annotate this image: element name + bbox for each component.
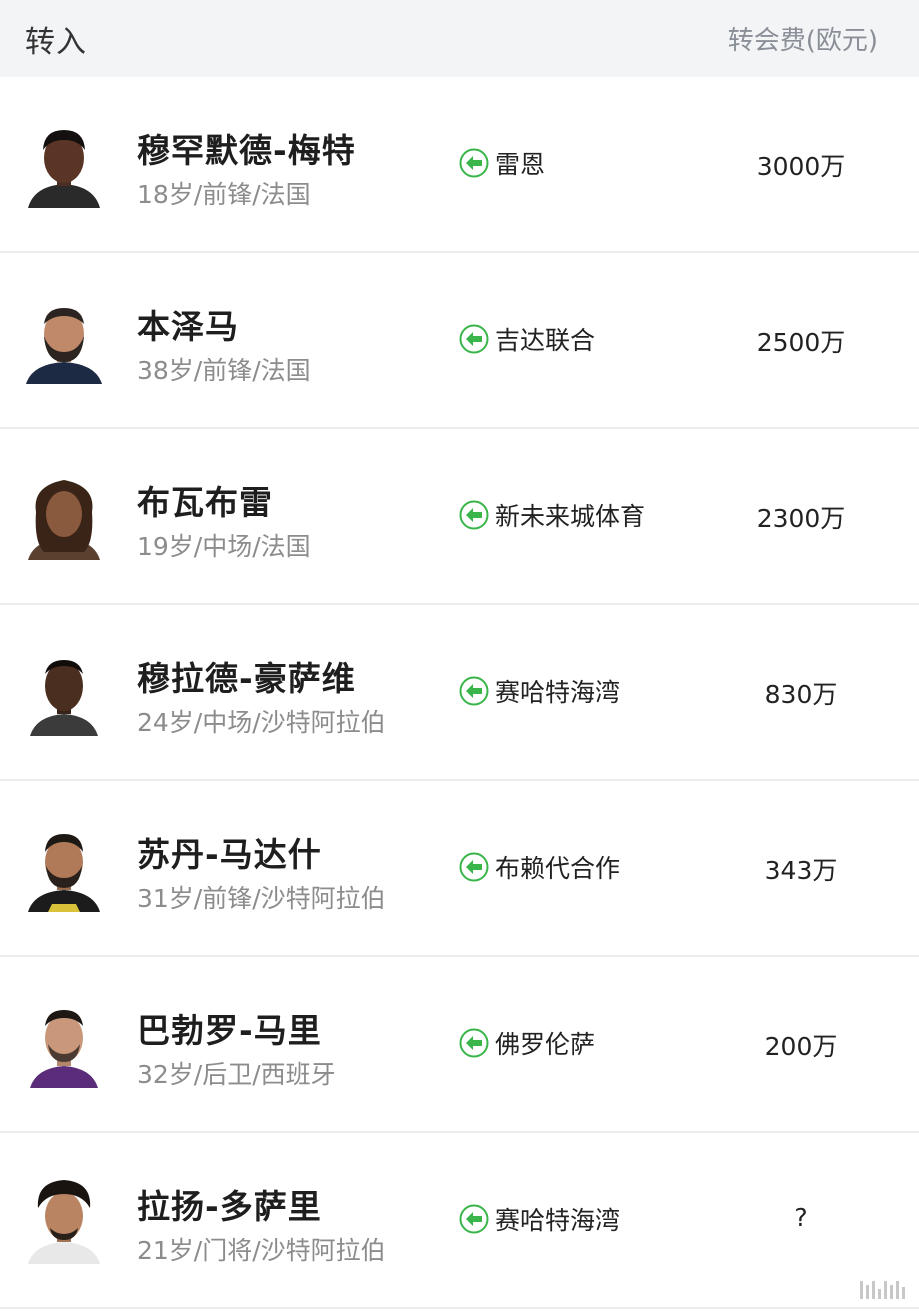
player-avatar bbox=[22, 648, 106, 736]
arrow-left-circle-icon bbox=[459, 1028, 489, 1058]
player-meta: 38岁/前锋/法国 bbox=[137, 356, 311, 385]
club-name: 赛哈特海湾 bbox=[495, 1206, 621, 1235]
arrow-left-circle-icon bbox=[459, 852, 489, 882]
transfer-list: 穆罕默德-梅特 18岁/前锋/法国 雷恩 3000万 本泽马 38岁/前锋/法国 bbox=[0, 77, 919, 1309]
transfer-fee: 2300万 bbox=[756, 504, 846, 533]
player-meta: 31岁/前锋/沙特阿拉伯 bbox=[137, 884, 386, 913]
from-club: 赛哈特海湾 bbox=[459, 673, 620, 709]
transfer-fee: 830万 bbox=[764, 680, 838, 709]
player-meta: 24岁/中场/沙特阿拉伯 bbox=[137, 708, 386, 737]
club-name: 布赖代合作 bbox=[495, 854, 621, 883]
transfer-fee: 343万 bbox=[764, 856, 838, 885]
transfer-fee: 200万 bbox=[764, 1032, 838, 1061]
transfer-fee: 3000万 bbox=[756, 152, 846, 181]
player-name: 苏丹-马达什 bbox=[137, 835, 322, 874]
player-avatar bbox=[22, 824, 106, 912]
transfer-fee: 2500万 bbox=[756, 328, 846, 357]
transfer-row[interactable]: 本泽马 38岁/前锋/法国 吉达联合 2500万 bbox=[0, 253, 919, 429]
from-club: 布赖代合作 bbox=[459, 849, 620, 885]
from-club: 雷恩 bbox=[459, 145, 545, 181]
watermark-bar bbox=[860, 1281, 863, 1299]
watermark-bar bbox=[890, 1285, 893, 1299]
list-header: 转入 转会费(欧元) bbox=[0, 0, 919, 77]
transfer-row[interactable]: 拉扬-多萨里 21岁/门将/沙特阿拉伯 赛哈特海湾 ? bbox=[0, 1133, 919, 1309]
player-avatar bbox=[22, 296, 106, 384]
fee-column-label: 转会费(欧元) bbox=[727, 26, 878, 56]
player-name: 布瓦布雷 bbox=[137, 483, 273, 522]
from-club: 赛哈特海湾 bbox=[459, 1201, 620, 1237]
player-meta: 21岁/门将/沙特阿拉伯 bbox=[137, 1236, 386, 1265]
transfer-row[interactable]: 穆拉德-豪萨维 24岁/中场/沙特阿拉伯 赛哈特海湾 830万 bbox=[0, 605, 919, 781]
club-name: 佛罗伦萨 bbox=[495, 1030, 596, 1059]
watermark-bar bbox=[896, 1281, 899, 1299]
watermark-bar bbox=[884, 1281, 887, 1299]
player-name: 拉扬-多萨里 bbox=[137, 1187, 322, 1226]
watermark-bars bbox=[860, 1281, 905, 1299]
arrow-left-circle-icon bbox=[459, 1204, 489, 1234]
player-meta: 18岁/前锋/法国 bbox=[137, 180, 311, 209]
arrow-left-circle-icon bbox=[459, 500, 489, 530]
club-name: 吉达联合 bbox=[495, 326, 596, 355]
player-avatar bbox=[22, 1176, 106, 1264]
watermark-bar bbox=[902, 1287, 905, 1299]
player-avatar bbox=[22, 472, 106, 560]
header-title: 转入 bbox=[25, 24, 87, 60]
watermark-bar bbox=[866, 1285, 869, 1299]
transfer-row[interactable]: 穆罕默德-梅特 18岁/前锋/法国 雷恩 3000万 bbox=[0, 77, 919, 253]
player-name: 穆拉德-豪萨维 bbox=[137, 659, 356, 698]
arrow-left-circle-icon bbox=[459, 148, 489, 178]
player-avatar bbox=[22, 1000, 106, 1088]
player-avatar bbox=[22, 120, 106, 208]
from-club: 佛罗伦萨 bbox=[459, 1025, 595, 1061]
arrow-left-circle-icon bbox=[459, 324, 489, 354]
player-meta: 19岁/中场/法国 bbox=[137, 532, 311, 561]
from-club: 吉达联合 bbox=[459, 321, 595, 357]
transfer-row[interactable]: 布瓦布雷 19岁/中场/法国 新未来城体育 2300万 bbox=[0, 429, 919, 605]
player-name: 巴勃罗-马里 bbox=[137, 1011, 322, 1050]
player-meta: 32岁/后卫/西班牙 bbox=[137, 1060, 336, 1089]
watermark-bar bbox=[878, 1289, 881, 1299]
watermark-bar bbox=[872, 1281, 875, 1299]
club-name: 雷恩 bbox=[495, 150, 546, 179]
player-name: 本泽马 bbox=[137, 307, 239, 346]
club-name: 新未来城体育 bbox=[495, 502, 646, 531]
transfer-row[interactable]: 苏丹-马达什 31岁/前锋/沙特阿拉伯 布赖代合作 343万 bbox=[0, 781, 919, 957]
transfer-row[interactable]: 巴勃罗-马里 32岁/后卫/西班牙 佛罗伦萨 200万 bbox=[0, 957, 919, 1133]
transfer-fee: ? bbox=[794, 1203, 808, 1232]
arrow-left-circle-icon bbox=[459, 676, 489, 706]
player-name: 穆罕默德-梅特 bbox=[137, 131, 356, 170]
from-club: 新未来城体育 bbox=[459, 497, 645, 533]
club-name: 赛哈特海湾 bbox=[495, 678, 621, 707]
